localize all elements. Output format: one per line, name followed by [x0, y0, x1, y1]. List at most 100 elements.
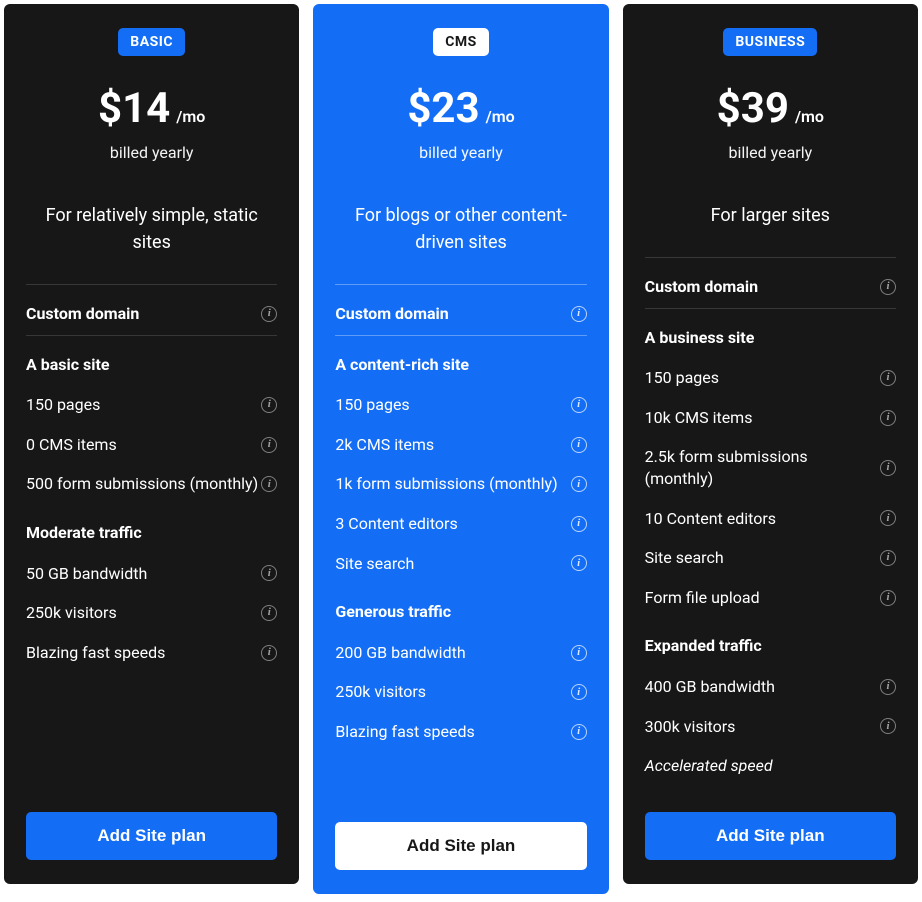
info-icon[interactable]: i [571, 306, 587, 322]
info-icon[interactable]: i [571, 476, 587, 492]
feature-text: 0 CMS items [26, 434, 117, 456]
feature-row: 150 pages i [26, 385, 277, 425]
plan-badge: CMS [433, 28, 489, 56]
info-icon[interactable]: i [571, 437, 587, 453]
feature-row: 150 pages i [335, 385, 586, 425]
feature-text: Form file upload [645, 587, 760, 609]
plan-card-cms: CMS $23/mo billed yearly For blogs or ot… [313, 4, 608, 894]
info-icon[interactable]: i [261, 397, 277, 413]
section-head: Generous traffic [335, 583, 586, 633]
feature-text: 1k form submissions (monthly) [335, 473, 557, 495]
feature-text: Custom domain [645, 276, 758, 298]
feature-row: Blazing fast speedsi [26, 633, 277, 673]
info-icon[interactable]: i [880, 279, 896, 295]
feature-text: 250k visitors [335, 681, 426, 703]
info-icon[interactable]: i [571, 516, 587, 532]
plan-badge-wrap: CMS [335, 28, 586, 56]
feature-text: 150 pages [26, 394, 100, 416]
feature-text: 150 pages [335, 394, 409, 416]
feature-row: 1k form submissions (monthly) i [335, 464, 586, 504]
section-title: A business site [645, 327, 755, 349]
info-icon[interactable]: i [880, 718, 896, 734]
info-icon[interactable]: i [880, 679, 896, 695]
section-head: A basic site [26, 336, 277, 386]
feature-text: Custom domain [335, 303, 448, 325]
info-icon[interactable]: i [880, 410, 896, 426]
plan-badge: BUSINESS [723, 28, 817, 56]
feature-row: 2k CMS items i [335, 425, 586, 465]
add-site-plan-button[interactable]: Add Site plan [26, 812, 277, 860]
per: /mo [486, 107, 515, 126]
info-icon[interactable]: i [571, 555, 587, 571]
plan-desc: For blogs or other content-driven sites [335, 202, 586, 256]
billed-text: billed yearly [645, 143, 896, 162]
info-icon[interactable]: i [571, 724, 587, 740]
plan-badge: BASIC [118, 28, 185, 56]
feature-row: Form file upload i [645, 578, 896, 618]
info-icon[interactable]: i [261, 306, 277, 322]
section-head: Moderate traffic [26, 504, 277, 554]
info-icon[interactable]: i [880, 550, 896, 566]
plan-desc: For larger sites [645, 202, 896, 229]
plan-card-basic: BASIC $14/mo billed yearly For relativel… [4, 4, 299, 884]
feature-text: 400 GB bandwidth [645, 676, 775, 698]
feature-row: 50 GB bandwidth i [26, 554, 277, 594]
info-icon[interactable]: i [261, 476, 277, 492]
feature-text: 2k CMS items [335, 434, 434, 456]
feature-row: 10 Content editorsi [645, 499, 896, 539]
info-icon[interactable]: i [261, 565, 277, 581]
plan-desc: For relatively simple, static sites [26, 202, 277, 256]
feature-row: 200 GB bandwidth i [335, 633, 586, 673]
section-head: A business site [645, 309, 896, 359]
section-head: A content-rich site [335, 336, 586, 386]
feature-row: Site search i [645, 538, 896, 578]
section-title: Expanded traffic [645, 635, 762, 657]
info-icon[interactable]: i [261, 645, 277, 661]
price: $23 [407, 84, 479, 133]
info-icon[interactable]: i [880, 510, 896, 526]
info-icon[interactable]: i [880, 590, 896, 606]
plan-badge-wrap: BUSINESS [645, 28, 896, 56]
feature-row: 150 pages i [645, 358, 896, 398]
feature-text: 500 form submissions (monthly) [26, 473, 258, 495]
feature-text: 300k visitors [645, 716, 736, 738]
section-title: A basic site [26, 354, 110, 376]
feature-row: 250k visitors i [335, 672, 586, 712]
feature-text: 3 Content editors [335, 513, 457, 535]
feature-row: Custom domain i [26, 285, 277, 335]
feature-text: 2.5k form submissions (monthly) [645, 446, 880, 489]
info-icon[interactable]: i [571, 645, 587, 661]
info-icon[interactable]: i [880, 370, 896, 386]
feature-text: 250k visitors [26, 602, 117, 624]
feature-row: 10k CMS itemsi [645, 398, 896, 438]
feature-row: Accelerated speed [645, 746, 896, 786]
feature-row: Blazing fast speeds i [335, 712, 586, 752]
info-icon[interactable]: i [261, 437, 277, 453]
feature-text: 200 GB bandwidth [335, 642, 465, 664]
section-head: Expanded traffic [645, 617, 896, 667]
add-site-plan-button[interactable]: Add Site plan [645, 812, 896, 860]
info-icon[interactable]: i [571, 684, 587, 700]
feature-text: Site search [645, 547, 724, 569]
feature-text: Site search [335, 553, 414, 575]
feature-text: 50 GB bandwidth [26, 563, 147, 585]
add-site-plan-button[interactable]: Add Site plan [335, 822, 586, 870]
price-line: $23/mo [335, 84, 586, 133]
feature-row: 2.5k form submissions (monthly)i [645, 437, 896, 498]
feature-row: Site search i [335, 544, 586, 584]
info-icon[interactable]: i [571, 397, 587, 413]
info-icon[interactable]: i [261, 605, 277, 621]
billed-text: billed yearly [26, 143, 277, 162]
section-title: A content-rich site [335, 354, 469, 376]
feature-text: 150 pages [645, 367, 719, 389]
feature-row: Custom domain i [335, 285, 586, 335]
section-title: Moderate traffic [26, 522, 142, 544]
feature-text: Blazing fast speeds [335, 721, 474, 743]
info-icon[interactable]: i [880, 460, 896, 476]
feature-row: 400 GB bandwidth i [645, 667, 896, 707]
per: /mo [795, 107, 824, 126]
price: $39 [717, 84, 789, 133]
feature-text: Accelerated speed [645, 755, 773, 777]
feature-row: 0 CMS items i [26, 425, 277, 465]
plan-badge-wrap: BASIC [26, 28, 277, 56]
